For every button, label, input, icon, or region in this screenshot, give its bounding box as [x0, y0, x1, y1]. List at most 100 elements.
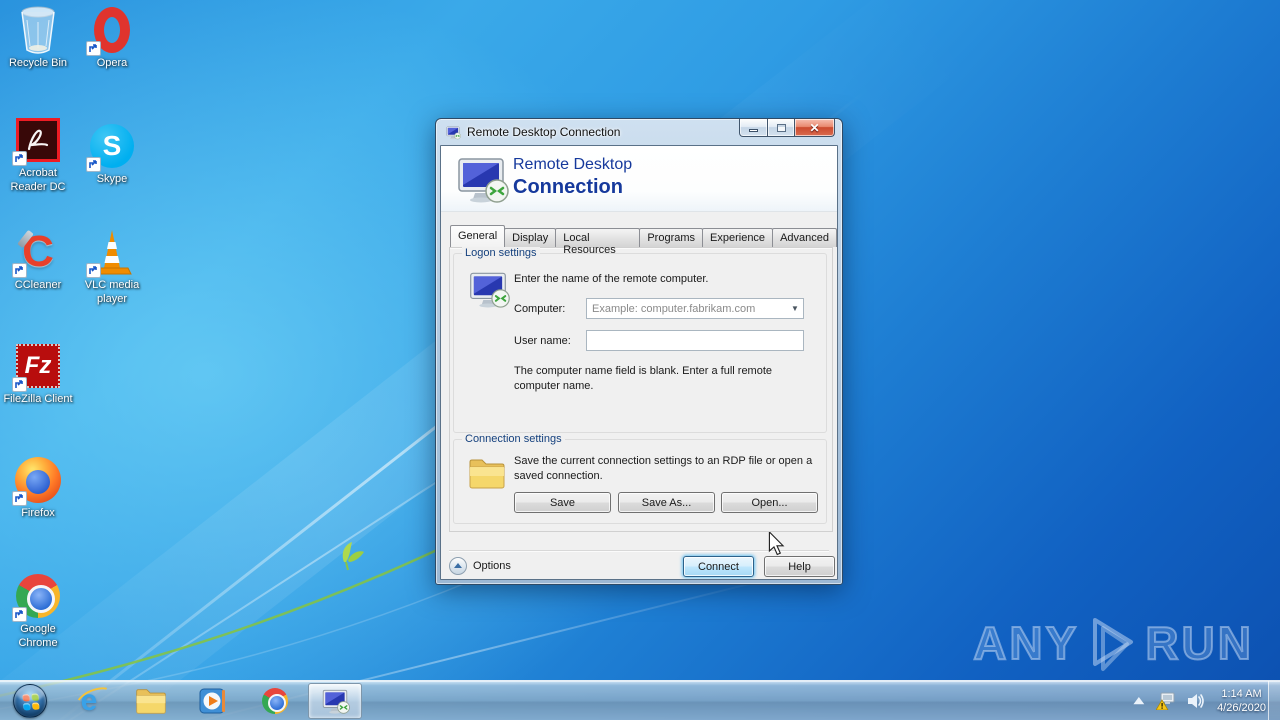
tab-programs[interactable]: Programs	[639, 228, 704, 247]
header-title-line2: Connection	[513, 176, 623, 198]
options-button[interactable]: Options	[449, 557, 511, 575]
dialog-titlebar[interactable]: Remote Desktop Connection ✕	[436, 119, 842, 145]
desktop: Recycle Bin Opera Acrobat Reader DC S Sk…	[0, 0, 1280, 720]
close-button[interactable]: ✕	[795, 119, 835, 137]
chrome-icon	[12, 572, 62, 622]
desktop-icon-vlc[interactable]: VLC media player	[74, 228, 150, 307]
internet-explorer-icon: e	[71, 682, 118, 718]
logon-note: The computer name field is blank. Enter …	[514, 365, 773, 392]
desktop-icon-label: FileZilla Client	[3, 393, 73, 405]
dialog-content: Remote Desktop Connection General Displa…	[440, 145, 838, 580]
connection-settings-label: Connection settings	[462, 433, 565, 445]
shortcut-arrow-icon	[12, 491, 27, 506]
show-hidden-icons-button[interactable]	[1133, 697, 1145, 705]
filezilla-icon: Fz	[12, 342, 62, 392]
header-title-line1: Remote Desktop	[513, 156, 633, 173]
dialog-title: Remote Desktop Connection	[467, 125, 621, 139]
connect-button[interactable]: Connect	[683, 556, 754, 577]
watermark-text-any: ANY	[972, 617, 1080, 669]
options-collapse-icon[interactable]	[449, 557, 467, 575]
save-button[interactable]: Save	[514, 492, 611, 513]
tab-general[interactable]: General	[450, 225, 506, 247]
anyrun-logo-icon	[1093, 618, 1134, 671]
system-tray: 1:14 AM 4/26/2020	[1122, 681, 1266, 720]
firefox-icon	[12, 456, 62, 506]
show-desktop-button[interactable]	[1268, 681, 1280, 720]
desktop-icon-recycle-bin[interactable]: Recycle Bin	[0, 6, 76, 71]
maximize-button[interactable]	[768, 119, 795, 137]
vlc-icon	[86, 228, 136, 278]
chrome-icon	[262, 688, 288, 714]
shortcut-arrow-icon	[86, 263, 101, 278]
skype-icon: S	[86, 122, 136, 172]
maximize-icon	[776, 123, 786, 132]
volume-icon[interactable]	[1187, 693, 1205, 709]
desktop-icon-acrobat[interactable]: Acrobat Reader DC	[0, 116, 76, 195]
desktop-icon-skype[interactable]: S Skype	[74, 122, 150, 187]
taskbar: e 1:14 AM 4/26/2020	[0, 680, 1280, 720]
shortcut-arrow-icon	[12, 607, 27, 622]
open-button[interactable]: Open...	[721, 492, 818, 513]
rdp-titlebar-icon	[446, 125, 461, 140]
desktop-icon-label: Google Chrome	[18, 623, 58, 649]
options-label: Options	[473, 560, 511, 572]
taskbar-windows-explorer[interactable]	[128, 681, 174, 720]
desktop-icon-label: Recycle Bin	[8, 57, 68, 69]
tab-local-resources[interactable]: Local Resources	[555, 228, 641, 256]
logon-instruction: Enter the name of the remote computer.	[514, 273, 709, 285]
desktop-icon-label: VLC media player	[84, 279, 140, 305]
computer-combobox[interactable]: Example: computer.fabrikam.com ▼	[586, 298, 804, 319]
folder-icon	[469, 459, 505, 489]
tray-date: 4/26/2020	[1217, 702, 1266, 714]
chevron-down-icon[interactable]: ▼	[787, 304, 803, 313]
save-as-button[interactable]: Save As...	[618, 492, 715, 513]
tab-advanced[interactable]: Advanced	[772, 228, 837, 247]
windows-start-icon	[13, 684, 47, 718]
desktop-icon-chrome[interactable]: Google Chrome	[0, 572, 76, 651]
media-player-icon	[199, 688, 225, 714]
help-button[interactable]: Help	[764, 556, 835, 577]
minimize-icon	[749, 129, 758, 132]
taskbar-rdp-active[interactable]	[308, 683, 362, 719]
tab-experience[interactable]: Experience	[702, 228, 774, 247]
tab-strip: General Display Local Resources Programs…	[450, 225, 837, 256]
shortcut-arrow-icon	[12, 263, 27, 278]
desktop-icon-label: Firefox	[21, 507, 55, 519]
rdp-taskbar-icon	[322, 689, 350, 714]
dialog-header: Remote Desktop Connection	[441, 146, 837, 212]
taskbar-media-player[interactable]	[190, 681, 236, 720]
shortcut-arrow-icon	[12, 151, 27, 166]
taskbar-chrome[interactable]	[252, 681, 298, 720]
computer-icon	[469, 272, 510, 308]
ccleaner-icon: C	[12, 228, 62, 278]
computer-label: Computer:	[514, 303, 566, 315]
connection-description: Save the current connection settings to …	[514, 455, 813, 482]
start-button[interactable]	[4, 681, 56, 720]
desktop-icon-label: Opera	[96, 57, 128, 69]
desktop-icon-label: Acrobat Reader DC	[10, 167, 66, 193]
username-input[interactable]	[586, 330, 804, 351]
footer-divider	[449, 550, 829, 551]
desktop-icon-ccleaner[interactable]: C CCleaner	[0, 228, 76, 293]
taskbar-internet-explorer[interactable]: e	[66, 681, 118, 720]
tray-clock[interactable]: 1:14 AM 4/26/2020	[1217, 687, 1266, 715]
chevron-up-icon	[1133, 697, 1145, 705]
close-icon: ✕	[809, 120, 820, 135]
desktop-icon-opera[interactable]: Opera	[74, 6, 150, 71]
desktop-icon-label: CCleaner	[14, 279, 62, 291]
connection-settings-group: Connection settings Save the current con…	[453, 433, 827, 524]
network-status-icon[interactable]	[1156, 692, 1176, 710]
tray-time: 1:14 AM	[1221, 688, 1262, 700]
rdp-header-icon	[457, 157, 509, 204]
desktop-icon-label: Skype	[96, 173, 128, 185]
logon-settings-label: Logon settings	[462, 247, 540, 259]
recycle-bin-icon	[14, 6, 62, 54]
tab-display[interactable]: Display	[504, 228, 557, 247]
shortcut-arrow-icon	[86, 157, 101, 172]
desktop-icon-firefox[interactable]: Firefox	[0, 456, 76, 521]
shortcut-arrow-icon	[12, 377, 27, 392]
computer-placeholder: Example: computer.fabrikam.com	[592, 302, 756, 315]
acrobat-reader-icon	[12, 116, 62, 166]
minimize-button[interactable]	[739, 119, 768, 137]
desktop-icon-filezilla[interactable]: Fz FileZilla Client	[0, 342, 76, 407]
